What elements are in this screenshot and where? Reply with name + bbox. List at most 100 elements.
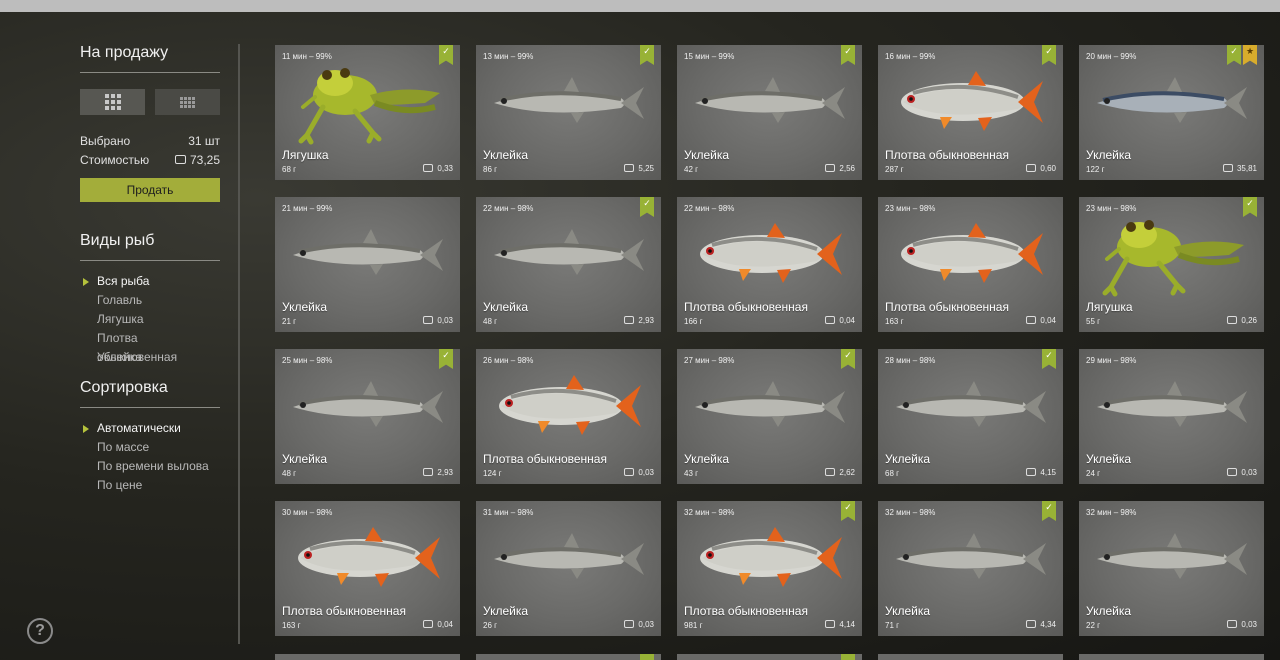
selected-label: Выбрано [80, 134, 131, 148]
cost-label: Стоимостью [80, 153, 150, 167]
price-value: 2,93 [437, 468, 453, 477]
catch-time: 20 мин – 99% [1086, 52, 1137, 61]
fish-card[interactable]: 15 мин – 99% ✓ Уклейка 42 г 2,56 [677, 45, 862, 180]
species-item-1[interactable]: Голавль [80, 291, 220, 310]
fish-card[interactable]: 31 мин – 98% Уклейка 26 г 0,03 [476, 501, 661, 636]
fish-name: Уклейка [684, 148, 730, 162]
small-grid-view-button[interactable] [155, 89, 220, 115]
fish-name: Уклейка [483, 148, 529, 162]
catch-time: 15 мин – 99% [684, 52, 735, 61]
catch-time: 16 мин – 99% [885, 52, 936, 61]
fish-price: 35,81 [1222, 163, 1257, 173]
fish-price: 0,26 [1227, 315, 1257, 325]
fish-weight: 166 г [684, 317, 703, 326]
fish-name: Уклейка [1086, 604, 1132, 618]
fish-card[interactable]: 27 мин – 98% ✓ Уклейка 43 г 2,62 [677, 349, 862, 484]
fish-card[interactable]: 13 мин – 99% ✓ Уклейка 86 г 5,25 [476, 45, 661, 180]
coin-icon [423, 315, 434, 324]
fish-card[interactable]: 22 мин – 98% ✓ Уклейка 48 г 2,93 [476, 197, 661, 332]
fish-weight: 55 г [1086, 317, 1101, 326]
selected-count-row: Выбрано 31 шт [80, 132, 220, 151]
sort-item-1[interactable]: По массе [80, 438, 220, 457]
sort-item-3[interactable]: По цене [80, 476, 220, 495]
fish-price: 2,93 [624, 315, 654, 325]
fish-name: Уклейка [1086, 148, 1132, 162]
fish-price: 5,25 [624, 163, 654, 173]
fish-card[interactable]: 32 мин – 98% Уклейка 22 г 0,03 [1079, 501, 1264, 636]
sell-button[interactable]: Продать [80, 178, 220, 202]
fish-name: Уклейка [483, 604, 529, 618]
fish-name: Уклейка [885, 604, 931, 618]
fish-card[interactable]: 23 мин – 98% ✓ Лягушка 55 г 0,26 [1079, 197, 1264, 332]
catch-time: 13 мин – 99% [483, 52, 534, 61]
catch-grid: 11 мин – 99% ✓ Лягушка 68 г 0,33 13 мин – 99… [275, 45, 1264, 636]
fish-card-partial[interactable] [275, 654, 460, 660]
fish-card[interactable]: 21 мин – 99% Уклейка 21 г 0,03 [275, 197, 460, 332]
fish-weight: 24 г [1086, 469, 1101, 478]
coin-icon [1026, 467, 1037, 476]
fish-weight: 124 г [483, 469, 502, 478]
fish-weight: 163 г [885, 317, 904, 326]
fish-card[interactable]: 32 мин – 98% ✓ Плотва обыкновенная 981 г 4,1… [677, 501, 862, 636]
fish-card[interactable]: 30 мин – 98% Плотва обыкновенная 163 г 0,04 [275, 501, 460, 636]
fish-card[interactable]: 32 мин – 98% ✓ Уклейка 71 г 4,34 [878, 501, 1063, 636]
fish-weight: 981 г [684, 621, 703, 630]
coin-icon [1026, 163, 1037, 172]
fish-card[interactable]: 23 мин – 98% Плотва обыкновенная 163 г 0,04 [878, 197, 1063, 332]
top-bar [0, 0, 1280, 12]
price-value: 0,03 [1241, 468, 1257, 477]
fish-card[interactable]: 11 мин – 99% ✓ Лягушка 68 г 0,33 [275, 45, 460, 180]
fish-card-partial[interactable] [1079, 654, 1264, 660]
fish-card-partial[interactable] [476, 654, 661, 660]
catch-time: 32 мин – 98% [684, 508, 735, 517]
fish-price: 0,03 [423, 315, 453, 325]
fish-card[interactable]: 28 мин – 98% ✓ Уклейка 68 г 4,15 [878, 349, 1063, 484]
sort-item-2[interactable]: По времени вылова [80, 457, 220, 476]
sidebar: На продажу Выбрано 31 шт Стоимостью 73,2… [80, 12, 220, 495]
fish-weight: 43 г [684, 469, 699, 478]
species-item-0[interactable]: Вся рыба [80, 272, 220, 291]
price-value: 0,04 [437, 620, 453, 629]
large-grid-view-button[interactable] [80, 89, 145, 115]
fish-name: Уклейка [282, 452, 328, 466]
fish-price: 0,03 [1227, 619, 1257, 629]
fish-weight: 26 г [483, 621, 498, 630]
divider [80, 260, 220, 261]
species-item-3[interactable]: Плотва обыкновенная [80, 329, 220, 364]
sort-title: Сортировка [80, 379, 168, 396]
fish-name: Плотва обыкновенная [684, 300, 808, 314]
fish-card[interactable]: 16 мин – 99% ✓ Плотва обыкновенная 287 г 0,6… [878, 45, 1063, 180]
sort-item-0[interactable]: Автоматически [80, 419, 220, 438]
catch-time: 28 мин – 98% [885, 356, 936, 365]
price-value: 2,56 [839, 164, 855, 173]
species-item-4[interactable]: Уклейка [80, 348, 220, 367]
fish-card[interactable]: 20 мин – 99% ✓ ★ Уклейка 122 г 35,81 [1079, 45, 1264, 180]
fish-card[interactable]: 25 мин – 98% ✓ Уклейка 48 г 2,93 [275, 349, 460, 484]
fish-name: Плотва обыкновенная [282, 604, 406, 618]
catch-time: 26 мин – 98% [483, 356, 534, 365]
sort-options-list: Автоматически По массе По времени вылова По… [80, 419, 220, 495]
fish-name: Уклейка [684, 452, 730, 466]
fish-price: 0,04 [825, 315, 855, 325]
help-button[interactable]: ? [27, 618, 53, 644]
fish-card[interactable]: 22 мин – 98% Плотва обыкновенная 166 г 0,04 [677, 197, 862, 332]
price-value: 0,03 [1241, 620, 1257, 629]
coin-icon [624, 163, 635, 172]
fish-card[interactable]: 29 мин – 98% Уклейка 24 г 0,03 [1079, 349, 1264, 484]
fish-card[interactable]: 26 мин – 98% Плотва обыкновенная 124 г 0,03 [476, 349, 661, 484]
fish-card-partial[interactable] [677, 654, 862, 660]
divider [80, 407, 220, 408]
catch-time: 29 мин – 98% [1086, 356, 1137, 365]
fish-price: 0,60 [1026, 163, 1056, 173]
coin-icon [825, 619, 836, 628]
coin-icon [825, 315, 836, 324]
coin-icon [624, 315, 635, 324]
fish-weight: 287 г [885, 165, 904, 174]
fish-price: 0,04 [423, 619, 453, 629]
fish-weight: 122 г [1086, 165, 1105, 174]
price-value: 0,03 [638, 468, 654, 477]
species-item-2[interactable]: Лягушка [80, 310, 220, 329]
coin-icon [1227, 315, 1238, 324]
cost-value: 73,25 [189, 153, 220, 167]
fish-card-partial[interactable] [878, 654, 1063, 660]
